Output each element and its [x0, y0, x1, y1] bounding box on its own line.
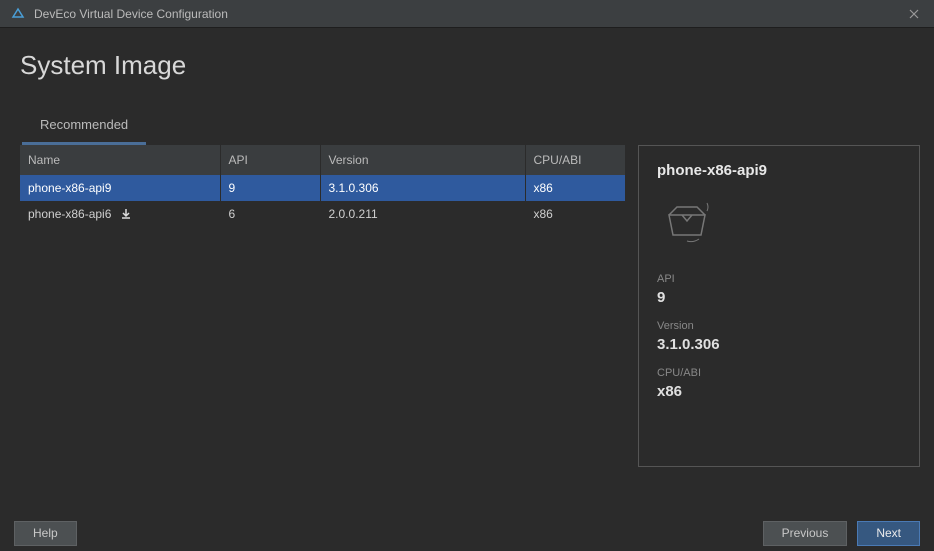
- previous-button[interactable]: Previous: [763, 521, 848, 546]
- image-name: phone-x86-api6: [28, 207, 111, 221]
- details-api-value: 9: [657, 289, 901, 306]
- header-name: Name: [20, 145, 220, 175]
- details-version-label: Version: [657, 320, 901, 332]
- details-title: phone-x86-api9: [657, 162, 901, 179]
- image-cpu: x86: [525, 175, 626, 201]
- table-header-row: Name API Version CPU/ABI: [20, 145, 626, 175]
- table-row[interactable]: phone-x86-api9 9 3.1.0.306 x86: [20, 175, 626, 201]
- system-image-table: Name API Version CPU/ABI phone-x86-api9 …: [20, 145, 626, 467]
- details-api-label: API: [657, 273, 901, 285]
- image-version: 2.0.0.211: [320, 201, 525, 227]
- details-panel: phone-x86-api9 API 9 Version 3.1.0.306 C…: [638, 145, 920, 467]
- table-row[interactable]: phone-x86-api6 6 2.0.0.211 x86: [20, 201, 626, 227]
- page-title: System Image: [0, 28, 934, 81]
- image-api: 6: [220, 201, 320, 227]
- close-icon[interactable]: [904, 4, 924, 24]
- header-api: API: [220, 145, 320, 175]
- image-version: 3.1.0.306: [320, 175, 525, 201]
- app-icon: [10, 6, 26, 22]
- window-title: DevEco Virtual Device Configuration: [34, 7, 904, 21]
- tab-recommended[interactable]: Recommended: [22, 109, 146, 145]
- details-version-value: 3.1.0.306: [657, 336, 901, 353]
- details-cpu-value: x86: [657, 383, 901, 400]
- image-name: phone-x86-api9: [28, 181, 111, 195]
- titlebar: DevEco Virtual Device Configuration: [0, 0, 934, 28]
- next-button[interactable]: Next: [857, 521, 920, 546]
- details-illustration: [657, 187, 901, 259]
- image-cpu: x86: [525, 201, 626, 227]
- footer: Help Previous Next: [0, 519, 934, 551]
- tabs: Recommended: [22, 109, 934, 145]
- image-api: 9: [220, 175, 320, 201]
- header-cpu: CPU/ABI: [525, 145, 626, 175]
- download-icon[interactable]: [119, 207, 133, 221]
- help-button[interactable]: Help: [14, 521, 77, 546]
- details-cpu-label: CPU/ABI: [657, 367, 901, 379]
- header-version: Version: [320, 145, 525, 175]
